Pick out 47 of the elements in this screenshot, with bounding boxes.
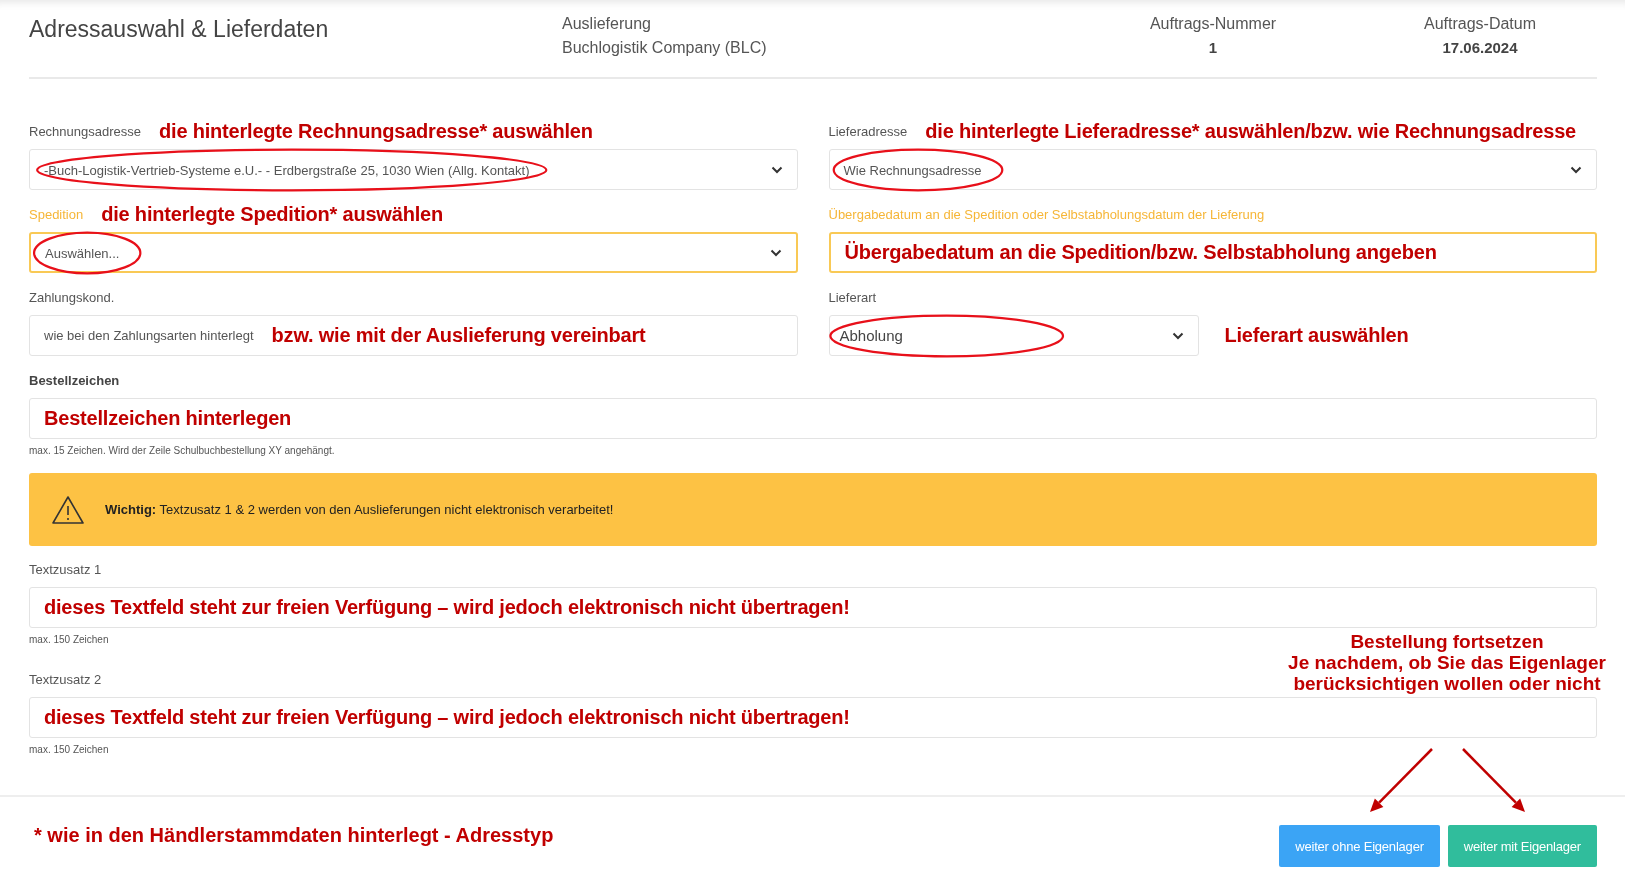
chevron-down-icon [769,248,782,257]
select-field[interactable]: Abholung [828,315,1199,356]
annotation-text: die hinterlegte Spedition* auswählen [101,202,443,226]
chevron-down-icon [770,165,783,174]
input-field[interactable]: dieses Textfeld steht zur freien Verfügung – wird jedoch elektronisch nicht übertragen! [29,697,1597,738]
field-label: Bestellzeichen [29,372,120,388]
field-label: Lieferadresse [828,123,908,139]
hint-text: max. 150 Zeichen [29,634,109,646]
warning-icon [51,494,85,525]
page-title: Adressauswahl & Lieferdaten [29,16,330,44]
field-label: Zahlungskond. [29,289,115,305]
input-field[interactable]: wie bei den Zahlungsarten hinterlegt bzw. wie mit der Auslieferung vereinbart [29,315,798,356]
field-label: Rechnungsadresse [29,123,142,139]
annotation-text: dieses Textfeld steht zur freien Verfügung – wird jedoch elektronisch nicht übertragen! [44,706,850,729]
annotation-text: Bestellzeichen hinterlegen [44,407,292,430]
info-label: Auftrags-Nummer [1149,15,1277,33]
field-label: Textzusatz 1 [29,561,102,577]
input-field[interactable]: Bestellzeichen hinterlegen [29,398,1597,439]
annotation-text: dieses Textfeld steht zur freien Verfügung – wird jedoch elektronisch nicht übertragen! [44,596,850,619]
annotation-text: Übergabedatum an die Spedition/bzw. Selbstabholung angeben [844,241,1437,264]
info-label: Auslieferung [562,15,652,33]
date-field[interactable]: Übergabedatum an die Spedition/bzw. Selbstabholung angeben [828,232,1597,273]
annotation-arrow [1370,748,1433,812]
select-field[interactable]: -Buch-Logistik-Vertrieb-Systeme e.U.- - Erdbergstraße 25, 1030 Wien (Allg. Kontakt) [29,149,798,190]
annotation-text: bzw. wie mit der Auslieferung vereinbart [271,324,646,347]
field-label: Spedition [29,206,84,222]
chevron-down-icon [1570,165,1582,174]
field-label: Übergabedatum an die Spedition oder Selbstabholungsdatum der Lieferung [828,206,1265,222]
annotation-text: die hinterlegte Rechnungsadresse* auswählen [159,119,593,143]
footnote-text: * wie in den Händlerstammdaten hinterlegt - Adresstyp [34,824,554,847]
chevron-down-icon [1171,331,1184,340]
field-label: Textzusatz 2 [29,671,102,687]
annotation-text: die hinterlegte Lieferadresse* auswählen/bzw. wie Rechnungsadresse [925,119,1576,143]
input-field[interactable]: dieses Textfeld steht zur freien Verfügung – wird jedoch elektronisch nicht übertragen! [29,587,1597,628]
info-value: 1 [1208,39,1218,56]
annotation-text: Lieferart auswählen [1224,324,1409,347]
annotation-arrow [1462,748,1525,812]
info-label: Auftrags-Datum [1423,15,1536,33]
info-value: Buchlogistik Company (BLC) [562,39,768,57]
field-label: Lieferart [828,289,877,305]
annotation-text: Bestellung fortsetzen Je nachdem, ob Sie das Eigenlager berücksichtigen wollen oder nicht [1287,631,1607,694]
select-field[interactable]: Auswählen... [29,232,798,273]
hint-text: max. 150 Zeichen [29,744,109,756]
alert-text: Wichtig: Textzusatz 1 & 2 werden von den Auslieferungen nicht elektronisch verarbeitet! [105,502,614,517]
info-value: 17.06.2024 [1442,39,1518,56]
select-field[interactable]: Wie Rechnungsadresse [828,149,1597,190]
hint-text: max. 15 Zeichen. Wird der Zeile Schulbuchbestellung XY angehängt. [29,445,335,457]
